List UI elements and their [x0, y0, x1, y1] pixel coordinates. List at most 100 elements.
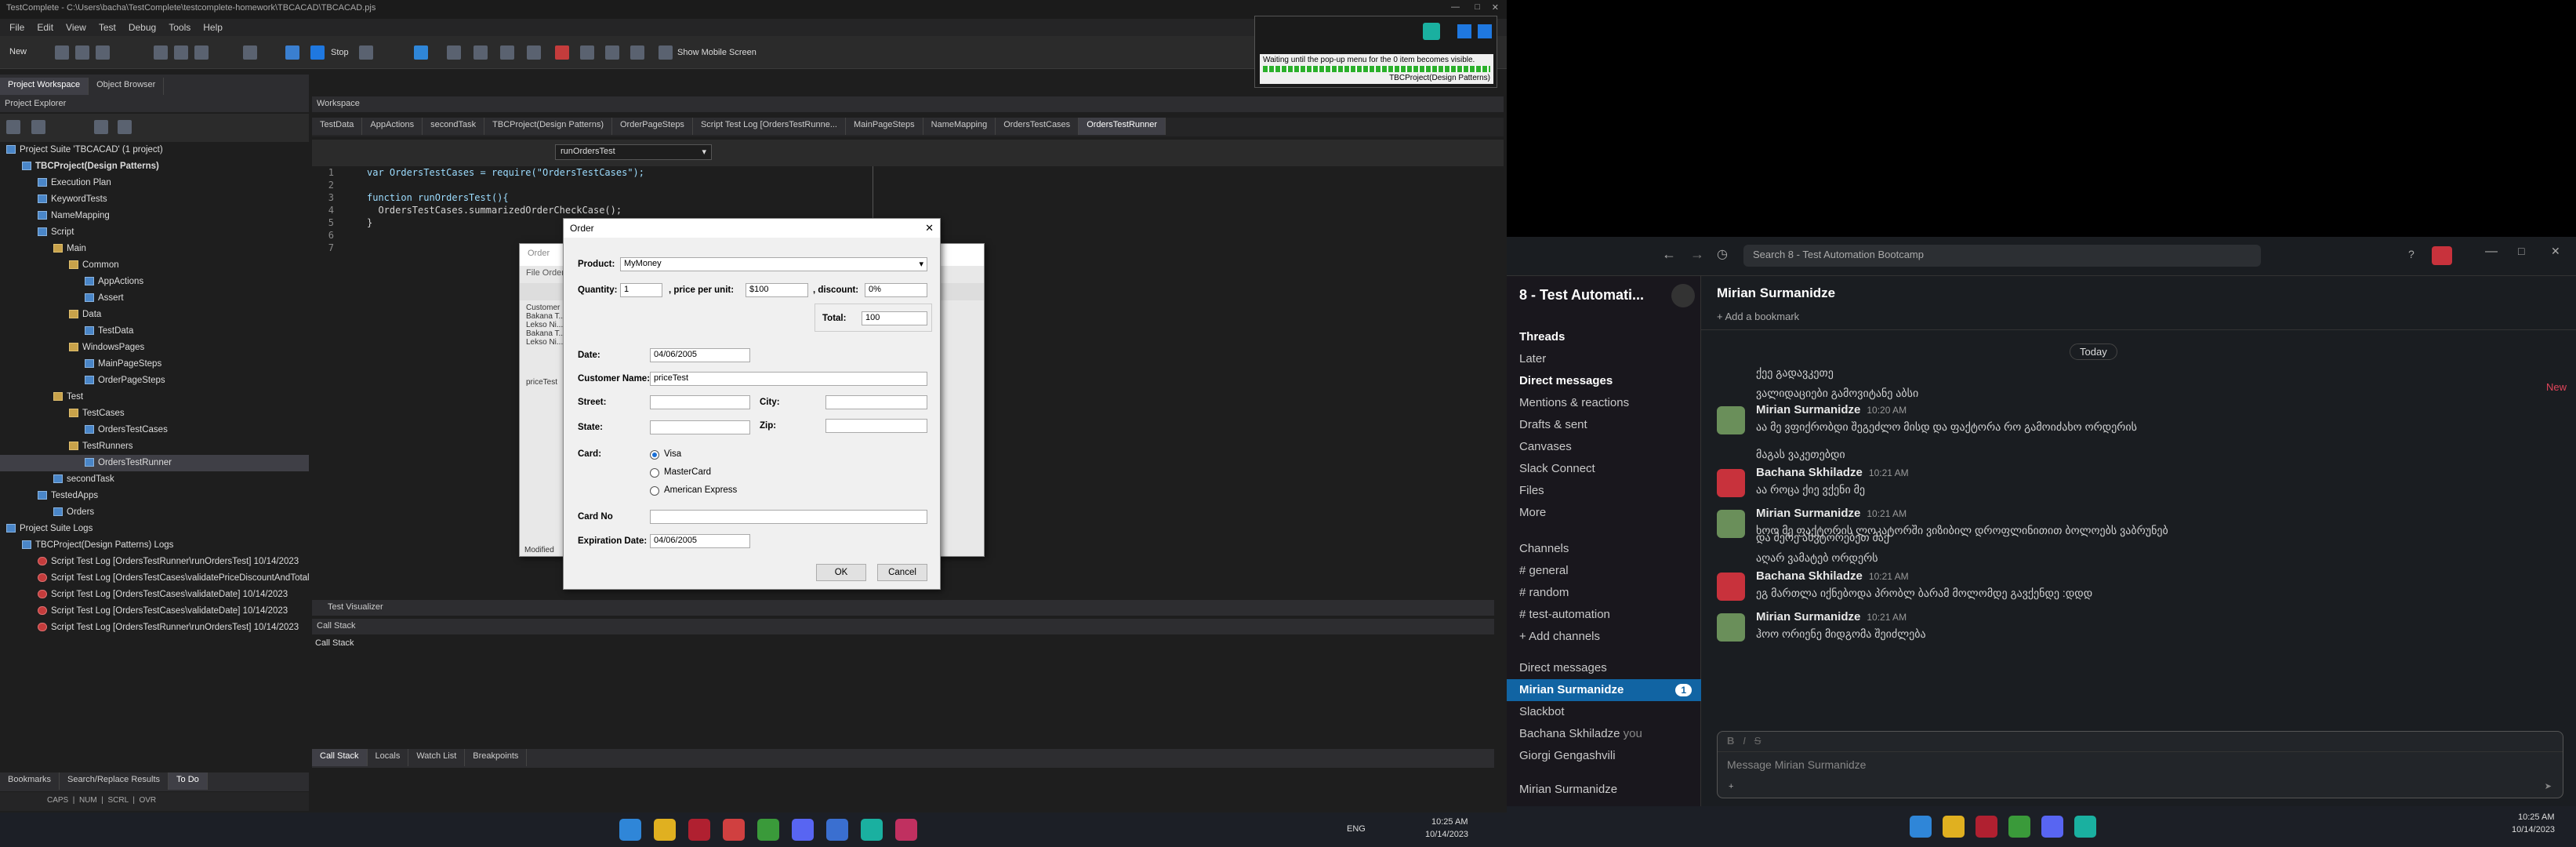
testcomplete-icon[interactable]: [2074, 816, 2096, 838]
bug-icon[interactable]: [555, 45, 569, 60]
app-icon[interactable]: [895, 819, 917, 841]
taskbar-date[interactable]: 10/14/2023: [2512, 825, 2555, 834]
tree-item[interactable]: KeywordTests: [0, 191, 309, 208]
testcomplete-icon[interactable]: [861, 819, 883, 841]
radio-amex[interactable]: [650, 486, 659, 496]
step-out-icon[interactable]: [630, 45, 644, 60]
pause-icon[interactable]: [359, 45, 373, 60]
tree-item[interactable]: Main: [0, 241, 309, 257]
explorer-icon[interactable]: [1943, 816, 1965, 838]
editor-tab[interactable]: MainPageSteps: [845, 118, 923, 135]
sidebar-item-slack-connect[interactable]: Slack Connect: [1507, 458, 1701, 480]
tab-locals[interactable]: Locals: [367, 749, 409, 766]
channel-random[interactable]: # random: [1507, 582, 1701, 604]
tree-item[interactable]: Orders: [0, 504, 309, 521]
step-into-icon[interactable]: [580, 45, 594, 60]
tree-item[interactable]: Script Test Log [OrdersTestRunner\runOrd…: [0, 620, 309, 636]
open-icon[interactable]: [55, 45, 69, 60]
save-all-icon[interactable]: [96, 45, 110, 60]
record-icon[interactable]: [243, 45, 257, 60]
product-select[interactable]: MyMoney ▾: [620, 257, 927, 271]
discord-icon[interactable]: [792, 819, 814, 841]
avatar[interactable]: [1717, 469, 1745, 497]
dm-mirian[interactable]: Mirian Surmanidze 1: [1507, 679, 1701, 701]
editor-tab[interactable]: NameMapping: [923, 118, 996, 135]
discount-field[interactable]: 0%: [865, 283, 927, 297]
menu-file[interactable]: File: [9, 22, 24, 33]
stop-icon[interactable]: [310, 45, 325, 60]
editor-tab[interactable]: secondTask: [423, 118, 485, 135]
tree-item[interactable]: OrdersTestRunner: [0, 455, 309, 471]
message-time[interactable]: 10:21 AM: [1869, 571, 1909, 582]
date-field[interactable]: 04/06/2005: [650, 348, 750, 362]
sidebar-item-drafts[interactable]: Drafts & sent: [1507, 414, 1701, 436]
maximize-icon[interactable]: □: [2518, 245, 2524, 257]
sidebar-item-mentions[interactable]: Mentions & reactions: [1507, 392, 1701, 414]
dm-giorgi[interactable]: Giorgi Gengashvili: [1507, 745, 1701, 767]
channel-general[interactable]: # general: [1507, 560, 1701, 582]
message[interactable]: და მერე ახვტორებეთ მაქ: [1717, 527, 2548, 547]
help-icon[interactable]: ?: [2408, 248, 2415, 260]
minimize-icon[interactable]: —: [1451, 2, 1460, 12]
avatar[interactable]: [2432, 246, 2452, 265]
message[interactable]: ქეე გადავკეთე: [1717, 362, 2548, 383]
tab-project-workspace[interactable]: Project Workspace: [0, 78, 89, 95]
ok-button[interactable]: OK: [816, 564, 866, 581]
app-icon[interactable]: [826, 819, 848, 841]
editor-tab[interactable]: TestData: [312, 118, 363, 135]
menu-help[interactable]: Help: [203, 22, 223, 33]
user-footer[interactable]: Mirian Surmanidze: [1519, 783, 1617, 796]
editor-tab[interactable]: Script Test Log [OrdersTestRunne...: [692, 118, 846, 135]
tab-todo[interactable]: To Do: [169, 772, 208, 790]
start-icon[interactable]: [619, 819, 641, 841]
tree-item[interactable]: Test: [0, 389, 309, 405]
message-time[interactable]: 10:21 AM: [1867, 612, 1907, 623]
customer-name-field[interactable]: priceTest: [650, 372, 927, 386]
tree-item[interactable]: Script: [0, 224, 309, 241]
tab-watch-list[interactable]: Watch List: [408, 749, 466, 766]
tab-bookmarks[interactable]: Bookmarks: [0, 772, 60, 790]
add-channels[interactable]: + Add channels: [1507, 626, 1701, 648]
add-bookmark[interactable]: + Add a bookmark: [1717, 311, 1799, 322]
radio-visa[interactable]: [650, 450, 659, 460]
tab-call-stack[interactable]: Call Stack: [312, 749, 368, 766]
menu-debug[interactable]: Debug: [129, 22, 156, 33]
message-author[interactable]: Mirian Surmanidze: [1756, 610, 1860, 623]
message[interactable]: Bachana Skhiladze 10:21 AM აა როცა ქიე ვქე…: [1717, 466, 2548, 500]
message[interactable]: Bachana Skhiladze 10:21 AM ეგ მართლა იქნებ…: [1717, 569, 2548, 603]
remove-icon[interactable]: [31, 120, 45, 134]
today-divider[interactable]: Today: [2070, 344, 2117, 360]
uncomment-icon[interactable]: [527, 45, 541, 60]
message-author[interactable]: Mirian Surmanidze: [1756, 507, 1860, 520]
sidebar-item-threads[interactable]: Threads: [1507, 326, 1701, 348]
radio-mastercard[interactable]: [650, 468, 659, 478]
app-icon[interactable]: [1976, 816, 1997, 838]
close-icon[interactable]: ✕: [2551, 245, 2560, 258]
dialog-close-icon[interactable]: ✕: [925, 222, 934, 234]
zip-field[interactable]: [825, 419, 927, 433]
message[interactable]: Mirian Surmanidze 10:20 AM აა მე ვფიქრობდი…: [1717, 403, 2548, 437]
taskbar-time[interactable]: 10:25 AM: [1431, 817, 1468, 827]
sidebar-item-later[interactable]: Later: [1507, 348, 1701, 370]
step-over-icon[interactable]: [605, 45, 619, 60]
stop-label[interactable]: Stop: [331, 48, 349, 57]
dm-header[interactable]: Direct messages: [1507, 657, 1701, 679]
state-field[interactable]: [650, 420, 750, 434]
tree-item[interactable]: Script Test Log [OrdersTestCases\validat…: [0, 587, 309, 603]
sidebar-item-more[interactable]: More: [1507, 502, 1701, 524]
tree-item[interactable]: Assert: [0, 290, 309, 307]
app-icon[interactable]: [723, 819, 745, 841]
taskbar-time[interactable]: 10:25 AM: [2518, 812, 2554, 822]
menu-view[interactable]: View: [66, 22, 86, 33]
quantity-stepper[interactable]: 1: [620, 283, 662, 297]
refresh-icon[interactable]: [94, 120, 108, 134]
settings-icon[interactable]: [118, 120, 132, 134]
expiration-field[interactable]: 04/06/2005: [650, 534, 750, 548]
dm-slackbot[interactable]: Slackbot: [1507, 701, 1701, 723]
channel-test-automation[interactable]: # test-automation: [1507, 604, 1701, 626]
cancel-button[interactable]: Cancel: [877, 564, 927, 581]
save-icon[interactable]: [75, 45, 89, 60]
maximize-icon[interactable]: □: [1475, 2, 1480, 12]
tab-breakpoints[interactable]: Breakpoints: [465, 749, 528, 766]
cut-icon[interactable]: [154, 45, 168, 60]
